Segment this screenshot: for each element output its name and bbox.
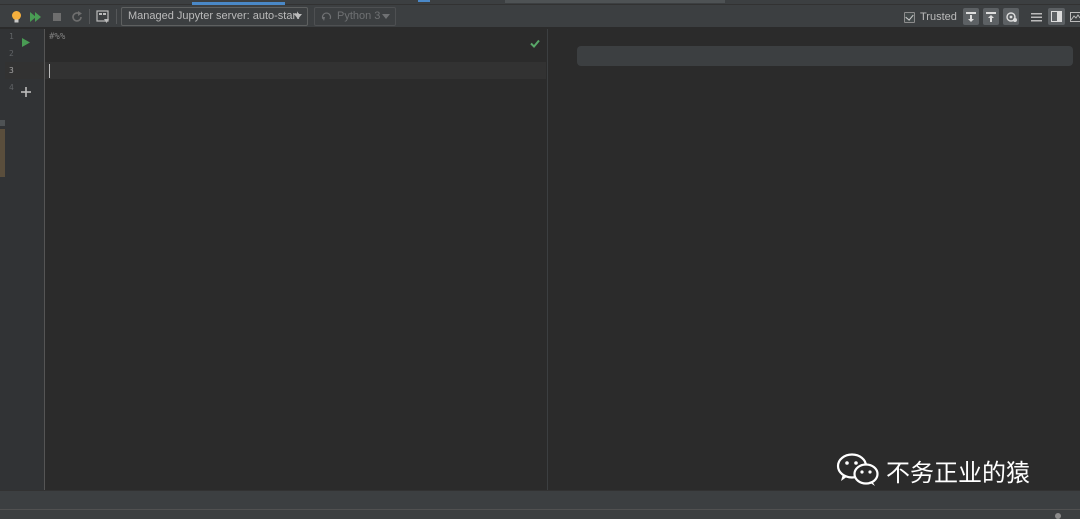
editor-gutter: 1 2 3 4: [5, 29, 45, 490]
settings-icon[interactable]: [1055, 513, 1061, 519]
bottom-tool-bar: [0, 490, 1080, 509]
trusted-toggle[interactable]: Trusted: [904, 10, 957, 24]
split-view-icon: [1051, 11, 1062, 22]
lightbulb-icon[interactable]: [9, 9, 24, 24]
restart-kernel-icon[interactable]: [69, 9, 84, 24]
python-kernel-icon: [321, 11, 332, 28]
wechat-icon: [836, 453, 879, 486]
preview-cell[interactable]: [577, 46, 1073, 66]
watermark: 不务正业的猿: [836, 450, 1030, 490]
run-cell-icon[interactable]: [22, 32, 30, 51]
inspection-ok-icon: [530, 33, 540, 52]
line-number: 4: [9, 83, 14, 92]
interrupt-kernel-icon[interactable]: [95, 9, 110, 24]
line-number: 3: [9, 66, 14, 75]
watermark-text: 不务正业的猿: [886, 458, 1030, 487]
kernel-label: Python 3: [337, 10, 381, 22]
toolbar-separator: [89, 9, 90, 24]
insert-cell-above-button[interactable]: [983, 8, 999, 25]
stop-icon[interactable]: [49, 9, 64, 24]
tab-indicator: [418, 0, 430, 2]
kernel-select[interactable]: Python 3: [314, 7, 396, 26]
tab-indicator: [505, 0, 725, 3]
current-line-highlight: [45, 62, 546, 79]
gear-eye-icon: [1005, 11, 1017, 22]
code-line: #%%: [49, 32, 66, 42]
editor-only-icon[interactable]: [1029, 9, 1044, 24]
notebook-toolbar: Managed Jupyter server: auto-start Pytho…: [0, 5, 1080, 28]
insert-above-icon: [986, 11, 996, 22]
chevron-down-icon: [294, 14, 302, 19]
trusted-checkbox[interactable]: [904, 11, 915, 23]
line-number: 1: [9, 32, 14, 41]
preview-only-icon[interactable]: [1068, 9, 1080, 24]
jupyter-server-label: Managed Jupyter server: auto-start: [128, 10, 300, 22]
toolbar-separator: [116, 9, 117, 24]
preview-settings-button[interactable]: [1003, 8, 1019, 25]
add-cell-icon[interactable]: [21, 82, 31, 101]
notebook-preview: [549, 29, 1080, 490]
run-all-icon[interactable]: [28, 9, 43, 24]
code-editor[interactable]: #%%: [45, 29, 546, 490]
status-bar: [0, 509, 1080, 519]
trusted-label: Trusted: [920, 11, 957, 23]
text-cursor: [49, 64, 50, 78]
split-view-button[interactable]: [1048, 8, 1065, 25]
line-number: 2: [9, 49, 14, 58]
insert-below-icon: [966, 11, 976, 22]
chevron-down-icon: [382, 14, 390, 19]
insert-cell-below-button[interactable]: [963, 8, 979, 25]
jupyter-server-select[interactable]: Managed Jupyter server: auto-start: [121, 7, 308, 26]
